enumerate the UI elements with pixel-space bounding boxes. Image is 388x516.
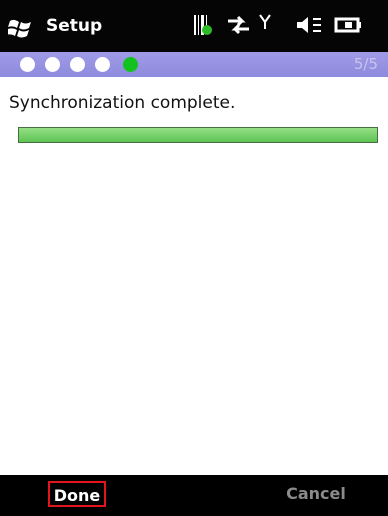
sync-progress-bar: [18, 127, 378, 143]
step-indicator-2: [45, 57, 60, 72]
battery-icon: [334, 17, 361, 33]
setup-step-progress: 5/5: [0, 52, 388, 77]
signal-strength-icon: [259, 14, 271, 29]
softkey-bar: Done Cancel: [0, 475, 388, 516]
sync-progress-fill: [19, 128, 377, 142]
step-counter: 5/5: [353, 55, 378, 73]
sync-content: Synchronization complete.: [0, 77, 388, 475]
sync-status-message: Synchronization complete.: [9, 93, 236, 113]
title-bar: Setup: [0, 0, 388, 52]
step-indicator-1: [20, 57, 35, 72]
data-connection-icon: [228, 15, 249, 35]
cancel-softkey[interactable]: Cancel: [280, 481, 352, 507]
done-softkey[interactable]: Done: [48, 481, 106, 507]
barcode-scanner-icon: [194, 15, 212, 35]
step-indicator-3: [70, 57, 85, 72]
step-indicator-5-current: [123, 57, 138, 72]
step-indicator-4: [95, 57, 110, 72]
app-title: Setup: [46, 16, 103, 36]
windows-logo-icon[interactable]: [8, 18, 34, 38]
volume-icon: [297, 17, 321, 33]
